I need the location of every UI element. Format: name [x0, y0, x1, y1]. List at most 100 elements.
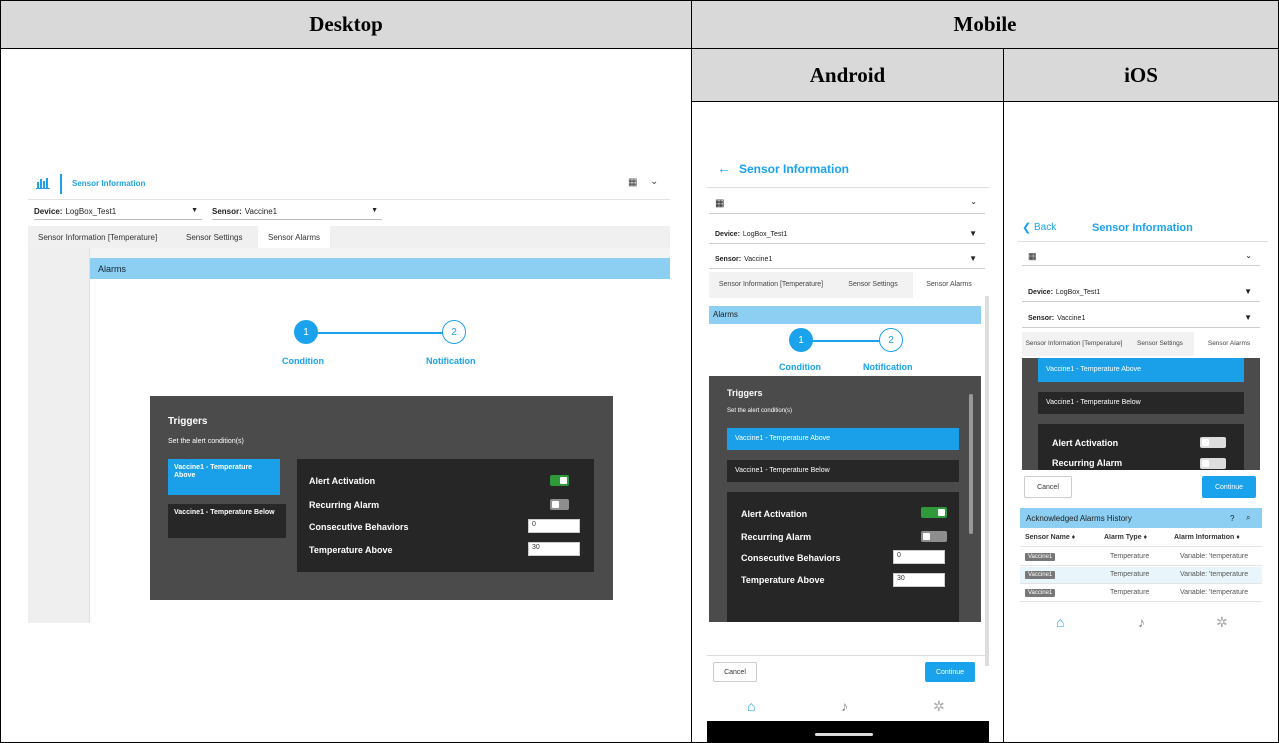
trigger-temperature-above[interactable]: Vaccine1 - Temperature Above	[168, 459, 280, 495]
alarm-info-cell: Variable: 'temperature	[1180, 553, 1249, 560]
table-row[interactable]: Vaccine1 Temperature Variable: 'temperat…	[1020, 585, 1262, 602]
home-icon[interactable]: ⌂	[1056, 614, 1064, 630]
search-icon[interactable]: ⌕	[1246, 513, 1250, 523]
separator	[60, 174, 62, 194]
step-1-circle[interactable]: 1	[789, 328, 813, 352]
recurring-alarm-label: Recurring Alarm	[1052, 458, 1123, 468]
desktop-screen: Sensor Information ▦ ⌄ Device: LogBox_Te…	[28, 168, 670, 623]
alarm-type-cell: Temperature	[1110, 571, 1150, 578]
consecutive-behaviors-input[interactable]: 0	[528, 519, 580, 533]
sensor-label: Sensor:	[715, 256, 742, 263]
alert-activation-toggle[interactable]	[921, 507, 947, 518]
trigger-temperature-below[interactable]: Vaccine1 - Temperature Below	[727, 460, 959, 482]
table-row[interactable]: Vaccine1 Temperature Variable: 'temperat…	[1020, 567, 1262, 584]
tab-sensor-information[interactable]: Sensor Information [Temperature]	[1022, 332, 1126, 356]
step-2-circle[interactable]: 2	[442, 320, 466, 344]
alert-activation-toggle[interactable]	[1200, 437, 1226, 448]
step-1-label: Condition	[282, 356, 324, 366]
cancel-button[interactable]: Cancel	[1024, 476, 1072, 498]
trigger-temperature-below[interactable]: Vaccine1 - Temperature Below	[1038, 392, 1244, 414]
help-icon[interactable]: ?	[1230, 514, 1234, 523]
triggers-subtitle: Set the alert condition(s)	[168, 438, 244, 445]
sensor-badge: Vaccine1	[1025, 571, 1056, 579]
recurring-alarm-label: Recurring Alarm	[309, 500, 380, 510]
tab-sensor-information[interactable]: Sensor Information [Temperature]	[709, 272, 833, 298]
sensor-select[interactable]: Sensor: Vaccine1 ▼	[212, 204, 382, 220]
continue-button[interactable]: Continue	[925, 662, 975, 682]
alarm-info-cell: Variable: 'temperature	[1180, 589, 1249, 596]
trigger-settings-box: Alert Activation Recurring Alarm	[1038, 424, 1244, 470]
alert-activation-toggle[interactable]	[550, 475, 569, 486]
back-chevron-icon[interactable]: ❮	[1022, 221, 1031, 234]
sensor-value: Vaccine1	[244, 207, 278, 216]
header-ios: iOS	[1004, 49, 1278, 101]
app-header: ← Sensor Information	[707, 150, 989, 188]
outer-scrollbar[interactable]	[985, 296, 989, 666]
triggers-title: Triggers	[168, 416, 208, 427]
gear-icon[interactable]: ✲	[933, 698, 945, 715]
tab-sensor-settings[interactable]: Sensor Settings	[1126, 332, 1194, 356]
page-title: Sensor Information	[1092, 222, 1193, 234]
bell-icon[interactable]: ♪	[1138, 614, 1145, 630]
tab-sensor-settings[interactable]: Sensor Settings	[176, 226, 252, 248]
back-button[interactable]: Back	[1034, 222, 1056, 233]
home-icon[interactable]: ⌂	[747, 698, 755, 714]
bell-icon[interactable]: ♪	[841, 698, 848, 714]
triggers-panel: Triggers Set the alert condition(s) Vacc…	[150, 396, 613, 600]
tab-sensor-alarms[interactable]: Sensor Alarms	[913, 272, 985, 298]
alarms-header: Alarms	[90, 258, 670, 279]
alert-activation-label: Alert Activation	[309, 476, 376, 486]
trigger-temperature-above[interactable]: Vaccine1 - Temperature Above	[1038, 358, 1244, 382]
tab-sensor-alarms[interactable]: Sensor Alarms	[258, 226, 331, 248]
scrollbar[interactable]	[969, 394, 973, 534]
column-sensor-name[interactable]: Sensor Name ♦	[1025, 534, 1075, 541]
recurring-alarm-toggle[interactable]	[1200, 458, 1226, 469]
date-picker[interactable]: ▦ ⌄	[709, 194, 985, 214]
continue-button[interactable]: Continue	[1202, 476, 1256, 498]
step-1-label: Condition	[779, 362, 821, 372]
cancel-button[interactable]: Cancel	[713, 662, 757, 682]
alert-activation-label: Alert Activation	[741, 509, 808, 519]
step-2-label: Notification	[863, 362, 913, 372]
date-picker[interactable]: ▦ ⌄	[1022, 248, 1260, 266]
triggers-subtitle: Set the alert condition(s)	[727, 408, 793, 414]
recurring-alarm-toggle[interactable]	[550, 499, 569, 510]
device-select[interactable]: Device: LogBox_Test1 ▼	[1022, 284, 1260, 302]
chevron-down-icon[interactable]: ⌄	[650, 176, 658, 187]
device-select[interactable]: Device: LogBox_Test1 ▼	[34, 204, 202, 220]
tab-sensor-information[interactable]: Sensor Information [Temperature]	[28, 226, 167, 248]
tab-bar: Sensor Information [Temperature] Sensor …	[709, 272, 985, 298]
temperature-above-input[interactable]: 30	[893, 573, 945, 587]
chart-icon	[36, 178, 50, 189]
tab-bar: Sensor Information [Temperature] Sensor …	[1022, 332, 1264, 356]
chevron-down-icon: ⌄	[1245, 251, 1252, 260]
consecutive-behaviors-input[interactable]: 0	[893, 550, 945, 564]
back-arrow-icon[interactable]: ←	[717, 160, 731, 176]
gear-icon[interactable]: ✲	[1216, 614, 1228, 631]
alarm-type-cell: Temperature	[1110, 553, 1150, 560]
alert-activation-label: Alert Activation	[1052, 438, 1119, 448]
triggers-title: Triggers	[727, 388, 763, 398]
trigger-temperature-below[interactable]: Vaccine1 - Temperature Below	[168, 504, 286, 538]
app-header: ❮ Back Sensor Information	[1018, 212, 1268, 242]
header-desktop: Desktop	[1, 1, 691, 48]
tab-sensor-settings[interactable]: Sensor Settings	[833, 272, 913, 298]
caret-down-icon: ▼	[969, 229, 977, 238]
step-1-circle[interactable]: 1	[294, 320, 318, 344]
device-select[interactable]: Device: LogBox_Test1 ▼	[709, 226, 985, 244]
sensor-select[interactable]: Sensor: Vaccine1 ▼	[709, 251, 985, 269]
sensor-select[interactable]: Sensor: Vaccine1 ▼	[1022, 310, 1260, 328]
ios-screen: ❮ Back Sensor Information ▦ ⌄ Device: Lo…	[1018, 212, 1268, 642]
trigger-temperature-above[interactable]: Vaccine1 - Temperature Above	[727, 428, 959, 450]
column-alarm-information[interactable]: Alarm Information ♦	[1174, 534, 1262, 541]
recurring-alarm-toggle[interactable]	[921, 531, 947, 542]
tab-sensor-alarms[interactable]: Sensor Alarms	[1194, 332, 1264, 356]
temperature-above-input[interactable]: 30	[528, 542, 580, 556]
column-alarm-type[interactable]: Alarm Type ♦	[1104, 534, 1147, 541]
home-indicator[interactable]	[815, 733, 873, 736]
calendar-icon[interactable]: ▦	[628, 177, 637, 188]
triggers-panel: Triggers Set the alert condition(s) Vacc…	[709, 376, 981, 622]
step-2-circle[interactable]: 2	[879, 328, 903, 352]
table-row[interactable]: Vaccine1 Temperature Variable: 'temperat…	[1020, 549, 1262, 566]
sensor-value: Vaccine1	[744, 256, 773, 263]
